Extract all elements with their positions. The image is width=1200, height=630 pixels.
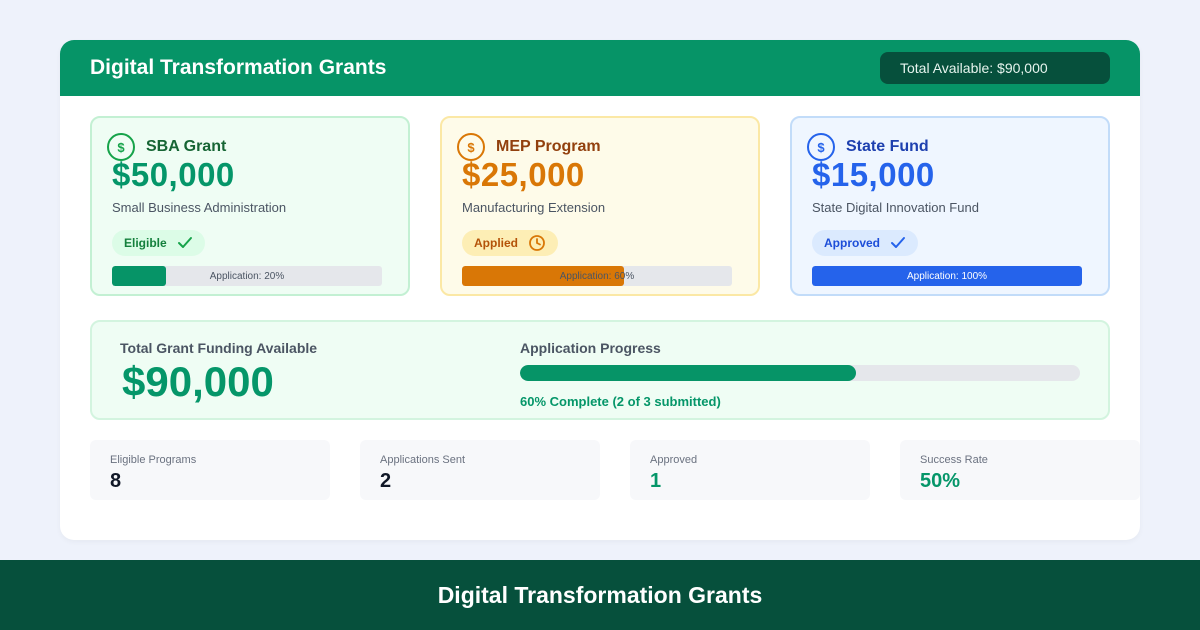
status-label: Approved: [824, 236, 881, 250]
grant-card-mep[interactable]: $ MEP Program $25,000 Manufacturing Exte…: [440, 116, 760, 296]
total-funding-amount: $90,000: [122, 358, 274, 405]
stat-value: 1: [650, 470, 662, 492]
grants-panel: Digital Transformation Grants Total Avai…: [60, 40, 1140, 540]
grant-amount: $25,000: [462, 156, 585, 193]
status-badge: Approved: [812, 230, 919, 256]
grant-amount: $50,000: [112, 156, 235, 193]
stat-approved: Approved 1: [630, 440, 870, 500]
grant-description: Manufacturing Extension: [462, 200, 606, 215]
status-badge: Eligible: [112, 230, 205, 256]
application-progress-bar: Application: 100%: [812, 266, 1082, 286]
grant-card-state-fund[interactable]: $ State Fund $15,000 State Digital Innov…: [790, 116, 1110, 296]
overall-progress-label: Application Progress: [520, 340, 661, 356]
overall-progress-bar: [520, 365, 1080, 381]
total-funding-label: Total Grant Funding Available: [120, 340, 318, 356]
overall-progress-fill: [520, 365, 856, 381]
panel-header: Digital Transformation Grants Total Avai…: [60, 40, 1140, 96]
footer-banner: Digital Transformation Grants: [0, 560, 1200, 630]
stat-success-rate: Success Rate 50%: [900, 440, 1140, 500]
stat-value: 8: [110, 470, 122, 492]
check-icon: [177, 236, 193, 250]
grant-name: SBA Grant: [146, 138, 227, 155]
overall-progress-text: 60% Complete (2 of 3 submitted): [520, 394, 721, 409]
stat-label: Success Rate: [920, 454, 988, 466]
application-progress-bar: Application: 20%: [112, 266, 382, 286]
application-progress-bar: Application: 60%: [462, 266, 732, 286]
status-label: Applied: [474, 236, 518, 250]
stat-eligible-programs: Eligible Programs 8: [90, 440, 330, 500]
status-badge: Applied: [462, 230, 558, 256]
grant-amount: $15,000: [812, 156, 935, 193]
application-progress-label: Application: 100%: [906, 270, 988, 282]
stat-value: 50%: [920, 470, 961, 492]
grant-name: State Fund: [846, 138, 929, 155]
total-available-badge: Total Available: $90,000: [880, 52, 1110, 84]
stat-label: Applications Sent: [380, 454, 465, 466]
grant-name: MEP Program: [496, 138, 601, 155]
clock-icon: [528, 234, 546, 252]
grant-description: Small Business Administration: [112, 200, 287, 215]
stat-value: 2: [380, 470, 392, 492]
grant-description: State Digital Innovation Fund: [812, 200, 979, 215]
application-progress-label: Application: 60%: [559, 270, 635, 282]
stat-label: Eligible Programs: [110, 454, 197, 466]
check-icon: [890, 236, 906, 250]
funding-summary: Total Grant Funding Available $90,000 Ap…: [90, 320, 1110, 420]
stat-applications-sent: Applications Sent 2: [360, 440, 600, 500]
stat-label: Approved: [650, 454, 698, 466]
grant-card-sba[interactable]: $ SBA Grant $50,000 Small Business Admin…: [90, 116, 410, 296]
page-title: Digital Transformation Grants: [90, 56, 387, 79]
footer-title: Digital Transformation Grants: [437, 581, 763, 608]
status-label: Eligible: [124, 236, 167, 250]
application-progress-label: Application: 20%: [209, 270, 285, 282]
